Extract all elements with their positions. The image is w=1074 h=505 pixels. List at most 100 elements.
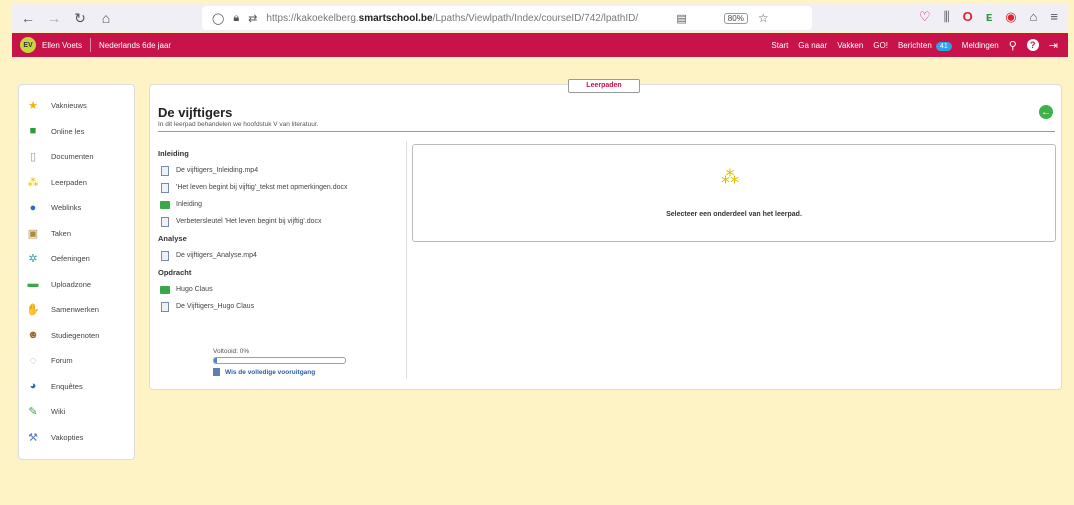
pocket-icon[interactable]: ♡ <box>919 9 931 25</box>
shield-icon: ◯ <box>212 12 225 25</box>
sidebar-item-weblinks[interactable]: ● Weblinks <box>19 195 134 221</box>
list-item-label: De Vijftigers_Hugo Claus <box>176 303 255 310</box>
list-item[interactable]: Inleiding <box>158 196 403 213</box>
nav-berichten-label: Berichten <box>897 40 932 50</box>
sidebar-item-label: Taken <box>51 228 72 238</box>
nav-ga-naar[interactable]: Ga naar <box>798 41 827 50</box>
home-icon[interactable]: ⌂ <box>96 10 116 26</box>
list-item[interactable]: 'Het leven begint bij vijftig'_tekst met… <box>158 179 403 196</box>
forum-icon: ◌ <box>29 354 37 367</box>
back-circle-icon[interactable]: ← <box>1039 105 1053 119</box>
sidebar-item-studiegenoten[interactable]: ☻ Studiegenoten <box>19 323 134 349</box>
sidebar-item-uploadzone[interactable]: ▬ Uploadzone <box>19 272 134 298</box>
sidebar-item-forum[interactable]: ◌ Forum <box>19 348 134 374</box>
section-heading: Inleiding <box>158 149 189 158</box>
reset-progress-link[interactable]: Wis de volledige vooruitgang <box>213 368 346 376</box>
column-divider <box>406 141 407 379</box>
collaborate-icon: ✋ <box>26 304 40 317</box>
sidebar-item-leerpaden[interactable]: ⁂ Leerpaden <box>19 170 134 196</box>
tasks-icon: ▣ <box>27 227 39 240</box>
list-item-label: Hugo Claus <box>176 286 213 293</box>
extension-icons: ♡ ⫼ O ᴇ ◉ ⌂ ≡ <box>919 9 1058 25</box>
sidebar-item-label: Uploadzone <box>51 279 92 289</box>
list-item[interactable]: De vijftigers_Inleiding.mp4 <box>158 162 403 179</box>
tab-leerpaden[interactable]: Leerpaden <box>568 79 640 93</box>
sidebar-item-oefeningen[interactable]: ✲ Oefeningen <box>19 246 134 272</box>
nav-start[interactable]: Start <box>771 41 788 50</box>
sidebar-item-label: Leerpaden <box>51 177 87 187</box>
address-bar[interactable]: ◯ 🔒︎ ⇄ https://kakoekelberg.smartschool.… <box>202 6 812 30</box>
list-item-label: De vijftigers_Analyse.mp4 <box>176 252 257 259</box>
list-item-label: Verbetersleutel 'Het leven begint bij vi… <box>176 218 322 225</box>
exercise-icon <box>160 199 170 210</box>
zoom-badge[interactable]: 80% <box>723 12 748 24</box>
library-icon[interactable]: ⫼ <box>944 9 950 25</box>
video-file-icon <box>160 250 170 261</box>
avatar[interactable]: EV <box>20 37 36 53</box>
upload-icon: ▬ <box>27 278 39 291</box>
page-subtitle: In dit leerpad behandelen we hoofdstuk V… <box>158 121 319 128</box>
list-item[interactable]: De vijftigers_Analyse.mp4 <box>158 247 403 264</box>
learning-path-tree: Inleiding De vijftigers_Inleiding.mp4 'H… <box>158 145 403 315</box>
progress-section: Voltooid: 0% Wis de volledige vooruitgan… <box>213 348 346 376</box>
course-name[interactable]: Nederlands 6de jaar <box>99 41 171 50</box>
permissions-icon[interactable]: ⇄ <box>248 12 257 25</box>
sidebar-item-label: Samenwerken <box>51 305 99 315</box>
sidebar-item-vaknieuws[interactable]: ★ Vaknieuws <box>19 93 134 119</box>
reload-icon[interactable]: ↻ <box>70 10 90 27</box>
opera-extension-icon[interactable]: O <box>963 9 973 25</box>
content-viewer: ⁂ Selecteer een onderdeel van het leerpa… <box>412 144 1056 242</box>
sidebar-item-label: Vaknieuws <box>51 101 87 111</box>
messages-count-badge: 41 <box>936 41 952 51</box>
placeholder-message: Selecteer een onderdeel van het leerpad. <box>666 211 802 218</box>
sidebar-item-label: Wiki <box>51 407 66 417</box>
sidebar-item-label: Forum <box>51 356 73 366</box>
learning-path-panel: Leerpaden De vijftigers In dit leerpad b… <box>149 79 1062 390</box>
url-text: https://kakoekelberg.smartschool.be/Lpat… <box>266 12 639 24</box>
nav-go[interactable]: GO! <box>873 41 888 50</box>
divider <box>90 38 92 52</box>
sidebar-item-taken[interactable]: ▣ Taken <box>19 221 134 247</box>
sidebar-item-enquetes[interactable]: ◕ Enquêtes <box>19 374 134 400</box>
section-heading: Analyse <box>158 234 187 243</box>
sidebar-item-vakopties[interactable]: ⚒ Vakopties <box>19 425 134 451</box>
sidebar-item-online-les[interactable]: ■ Online les <box>19 119 134 145</box>
section-heading: Opdracht <box>158 268 192 277</box>
document-icon <box>160 182 170 193</box>
sidebar-item-samenwerken[interactable]: ✋ Samenwerken <box>19 297 134 323</box>
forward-arrow-icon[interactable]: → <box>44 10 64 26</box>
green-extension-icon[interactable]: ᴇ <box>986 9 993 25</box>
top-navigation: Start Ga naar Vakken GO! Berichten 41 Me… <box>771 33 1058 57</box>
account-icon[interactable]: ⌂ <box>1030 9 1038 25</box>
sidebar-item-label: Weblinks <box>51 203 82 213</box>
pencil-icon: ✎ <box>28 406 38 419</box>
sidebar-item-wiki[interactable]: ✎ Wiki <box>19 399 134 425</box>
poll-icon: ◕ <box>29 380 37 393</box>
progress-bar <box>213 357 346 364</box>
logout-icon[interactable]: ⇥ <box>1049 39 1058 52</box>
search-icon[interactable]: ⚲ <box>1009 39 1017 52</box>
sidebar-item-label: Online les <box>51 126 85 136</box>
sidebar-item-label: Oefeningen <box>51 254 90 264</box>
help-icon[interactable]: ? <box>1026 39 1039 51</box>
sidebar-item-label: Vakopties <box>51 432 84 442</box>
nav-meldingen[interactable]: Meldingen <box>962 41 999 50</box>
document-icon <box>160 301 170 312</box>
footprints-icon: ⁂ <box>27 176 39 189</box>
bookmark-star-icon[interactable]: ☆ <box>758 11 769 25</box>
nav-berichten[interactable]: Berichten 41 <box>897 40 952 51</box>
user-name[interactable]: Ellen Voets <box>42 41 82 50</box>
reader-view-icon[interactable]: ▤ <box>676 12 686 25</box>
list-item-label: Inleiding <box>176 201 203 208</box>
back-arrow-icon[interactable]: ← <box>18 10 38 26</box>
browser-toolbar: ← → ↻ ⌂ ◯ 🔒︎ ⇄ https://kakoekelberg.smar… <box>12 4 1068 32</box>
list-item[interactable]: De Vijftigers_Hugo Claus <box>158 298 403 315</box>
nav-vakken[interactable]: Vakken <box>837 41 863 50</box>
list-item[interactable]: Hugo Claus <box>158 281 403 298</box>
pinterest-icon[interactable]: ◉ <box>1005 9 1016 25</box>
sidebar-item-documenten[interactable]: ▯ Documenten <box>19 144 134 170</box>
menu-icon[interactable]: ≡ <box>1050 9 1058 25</box>
progress-label: Voltooid: 0% <box>213 348 250 355</box>
list-item[interactable]: Verbetersleutel 'Het leven begint bij vi… <box>158 213 403 230</box>
globe-icon: ● <box>29 201 37 214</box>
